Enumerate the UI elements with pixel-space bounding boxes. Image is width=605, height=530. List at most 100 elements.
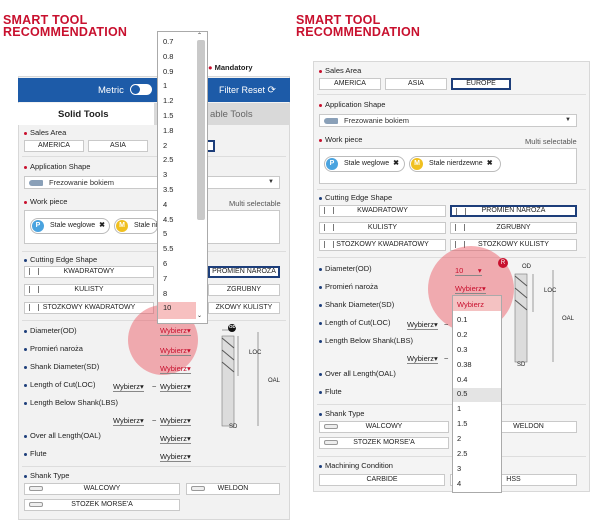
dropdown-option[interactable]: 1: [163, 81, 167, 90]
remove-icon[interactable]: ✖: [487, 160, 493, 167]
edge-promien-naroza-button[interactable]: PROMIEN NAROZA: [450, 205, 577, 217]
dropdown-option[interactable]: 1.5: [457, 419, 467, 428]
lbs-label: Length Below Shank(LBS): [319, 336, 413, 345]
cylindrical-shank-icon: [324, 424, 338, 429]
shank-morse-button[interactable]: STOZEK MORSE'A: [319, 437, 449, 449]
dropdown-option[interactable]: 0.5: [457, 389, 467, 398]
dropdown-option[interactable]: 10: [163, 303, 171, 312]
dropdown-option[interactable]: 6: [163, 259, 167, 268]
shank-walcowy-button[interactable]: WALCOWY: [24, 483, 180, 495]
dropdown-option[interactable]: 0.38: [457, 360, 472, 369]
weldon-shank-icon: [191, 486, 205, 491]
dropdown-option[interactable]: 1.5: [163, 111, 173, 120]
flute-label: Flute: [319, 387, 342, 396]
dropdown-option[interactable]: 1.2: [163, 96, 173, 105]
corner-select[interactable]: Wybierz▾: [455, 284, 486, 294]
corner-select[interactable]: Wybierz▾: [160, 346, 191, 356]
dropdown-option[interactable]: 3: [457, 464, 461, 473]
od-label: OD: [229, 324, 236, 329]
metric-toggle[interactable]: [130, 84, 152, 95]
dropdown-option[interactable]: 7: [163, 274, 167, 283]
dropdown-option[interactable]: 1.8: [163, 126, 173, 135]
taper-square-icon: [324, 241, 334, 248]
diameter-select[interactable]: 10 ▾: [455, 266, 482, 276]
application-shape-label: Application Shape: [319, 100, 385, 109]
dropdown-option[interactable]: 0.3: [457, 345, 467, 354]
taper-square-icon: [29, 304, 39, 311]
loc-min-select[interactable]: Wybierz▾: [113, 382, 144, 392]
edge-kwadratowy-button[interactable]: KWADRATOWY: [24, 266, 154, 278]
dropdown-option[interactable]: 0.9: [163, 67, 173, 76]
scroll-up-icon[interactable]: ⌃: [197, 32, 202, 39]
lbs-min-select[interactable]: Wybierz▾: [407, 354, 438, 364]
dropdown-option[interactable]: 0.1: [457, 315, 467, 324]
loc-max-select[interactable]: Wybierz▾: [160, 382, 191, 392]
mandatory-note: ● Mandatory: [208, 63, 253, 72]
shank-walcowy-button[interactable]: WALCOWY: [319, 421, 449, 433]
chip-stale-weglowe[interactable]: P Stale weglowe ✖: [324, 156, 405, 172]
dropdown-option[interactable]: 4: [163, 200, 167, 209]
lbs-min-select[interactable]: Wybierz▾: [113, 416, 144, 426]
application-shape-select[interactable]: Frezowanie bokiem ▼: [319, 114, 577, 127]
dropdown-option[interactable]: 0.7: [163, 37, 173, 46]
dropdown-option[interactable]: 5: [163, 229, 167, 238]
dropdown-option[interactable]: 4: [457, 479, 461, 488]
edge-stozkowy-kwadratowy-button[interactable]: STOZKOWY KWADRATOWY: [319, 239, 446, 251]
right-title: SMART TOOL RECOMMENDATION: [296, 13, 421, 39]
dropdown-option[interactable]: 3: [163, 170, 167, 179]
square-end-icon: [29, 268, 39, 275]
dropdown-option[interactable]: Wybierz: [457, 300, 484, 309]
sd-dim-label: SD: [517, 362, 526, 368]
lbs-max-select[interactable]: Wybierz▾: [160, 416, 191, 426]
dropdown-option[interactable]: 3.5: [163, 185, 173, 194]
oal-dim-label: OAL: [268, 378, 281, 384]
edge-stozkowy-kulisty-button[interactable]: ZKOWY KULISTY: [208, 302, 280, 314]
area-america-button[interactable]: AMERICA: [24, 140, 84, 152]
chip-stale-nierdzewne[interactable]: M Stale ni: [114, 218, 158, 234]
edge-zgrubny-button[interactable]: ZGRUBNY: [450, 222, 577, 234]
dropdown-option[interactable]: 1: [457, 404, 461, 413]
dropdown-scrollbar[interactable]: [197, 40, 205, 220]
edge-promien-naroza-button[interactable]: PROMIEN NAROZA: [208, 266, 280, 278]
roughing-icon: [455, 224, 465, 231]
area-asia-button[interactable]: ASIA: [88, 140, 148, 152]
edge-kulisty-button[interactable]: KULISTY: [24, 284, 154, 296]
edge-kulisty-button[interactable]: KULISTY: [319, 222, 446, 234]
chip-stale-nierdzewne[interactable]: M Stale nierdzewne ✖: [409, 156, 501, 172]
remove-icon[interactable]: ✖: [99, 222, 105, 229]
dropdown-option[interactable]: 2: [163, 141, 167, 150]
corner-radius-label: Promień naroża: [24, 344, 83, 353]
dropdown-option[interactable]: 0.8: [163, 52, 173, 61]
application-shape-select[interactable]: Frezowanie bokiem ▼: [24, 176, 280, 189]
dropdown-option[interactable]: 8: [163, 289, 167, 298]
dropdown-option[interactable]: 4.5: [163, 215, 173, 224]
carbide-button[interactable]: CARBIDE: [319, 474, 445, 486]
dropdown-option[interactable]: 0.2: [457, 330, 467, 339]
shank-select[interactable]: Wybierz▾: [160, 364, 191, 374]
flute-select[interactable]: Wybierz▾: [160, 452, 191, 462]
tab-solid-label: Solid Tools: [58, 109, 109, 120]
oal-select[interactable]: Wybierz▾: [160, 434, 191, 444]
application-shape-value: Frezowanie bokiem: [49, 178, 115, 187]
loc-min-select[interactable]: Wybierz▾: [407, 320, 438, 330]
shank-morse-button[interactable]: STOZEK MORSE'A: [24, 499, 180, 511]
area-america-button[interactable]: AMERICA: [319, 78, 381, 90]
dropdown-option[interactable]: 2.5: [163, 155, 173, 164]
diameter-label: Diameter(OD): [24, 326, 77, 335]
dropdown-option[interactable]: 0.4: [457, 375, 467, 384]
edge-kwadratowy-button[interactable]: KWADRATOWY: [319, 205, 446, 217]
edge-zgrubny-button[interactable]: ZGRUBNY: [208, 284, 280, 296]
diameter-select[interactable]: Wybierz▾: [160, 326, 191, 336]
shank-weldon-button[interactable]: WELDON: [186, 483, 280, 495]
dropdown-option[interactable]: 5.5: [163, 244, 173, 253]
area-asia-button[interactable]: ASIA: [385, 78, 447, 90]
remove-icon[interactable]: ✖: [393, 160, 399, 167]
divider: [22, 156, 286, 157]
chip-stale-weglowe[interactable]: P Stale weglowe ✖: [30, 218, 110, 234]
dropdown-option[interactable]: 2.5: [457, 449, 467, 458]
filter-reset-button[interactable]: Filter Reset ⟳: [219, 85, 276, 96]
area-europe-button[interactable]: EUROPE: [451, 78, 511, 90]
edge-stozkowy-kwadratowy-button[interactable]: STOZKOWY KWADRATOWY: [24, 302, 154, 314]
dropdown-option[interactable]: 2: [457, 434, 461, 443]
scroll-down-icon[interactable]: ⌄: [197, 312, 202, 319]
